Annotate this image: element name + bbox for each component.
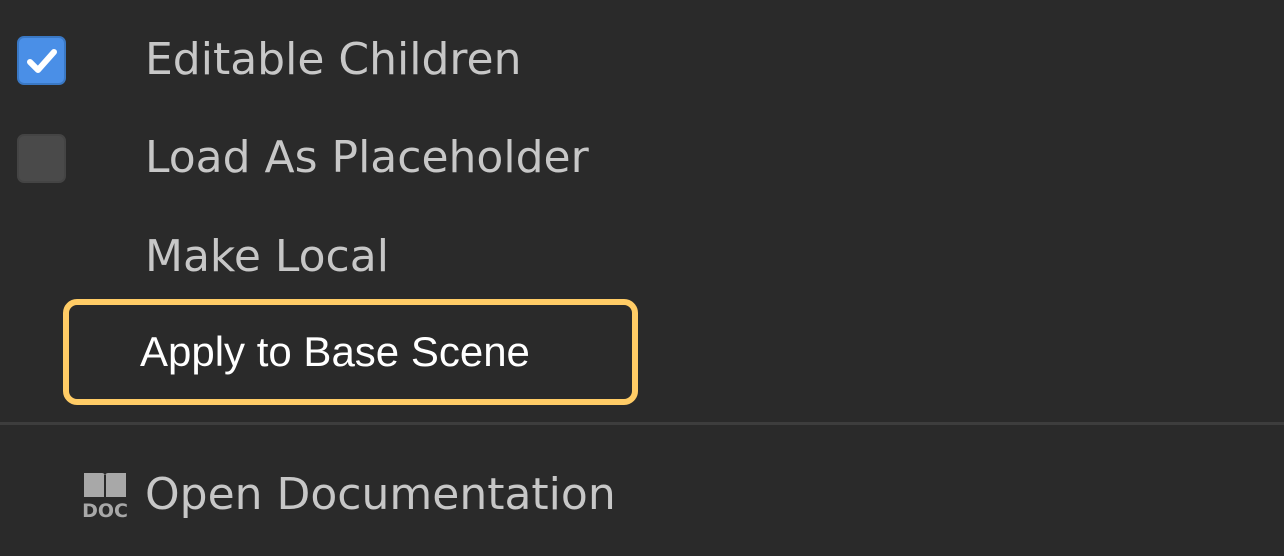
menu-item-open-documentation[interactable]: DOC Open Documentation xyxy=(0,450,1284,540)
menu-item-load-as-placeholder[interactable]: Load As Placeholder xyxy=(0,113,1284,203)
menu-item-label: Editable Children xyxy=(145,34,522,85)
menu-item-label: Open Documentation xyxy=(145,469,616,520)
unchecked-checkbox-icon[interactable] xyxy=(17,134,66,183)
menu-item-apply-to-base-scene[interactable]: Apply to Base Scene xyxy=(0,307,1284,397)
menu-separator xyxy=(0,422,1284,425)
doc-book-icon: DOC xyxy=(78,469,132,522)
checked-checkbox-icon[interactable] xyxy=(17,36,66,85)
menu-item-make-local[interactable]: Make Local xyxy=(0,212,1284,302)
svg-text:DOC: DOC xyxy=(82,500,128,521)
checkmark-icon xyxy=(27,49,57,73)
context-menu: Editable Children Load As Placeholder Ma… xyxy=(0,0,1284,556)
menu-item-editable-children[interactable]: Editable Children xyxy=(0,15,1284,105)
menu-item-label: Make Local xyxy=(145,231,389,282)
menu-item-label: Apply to Base Scene xyxy=(140,328,530,375)
menu-item-label: Load As Placeholder xyxy=(145,132,589,183)
